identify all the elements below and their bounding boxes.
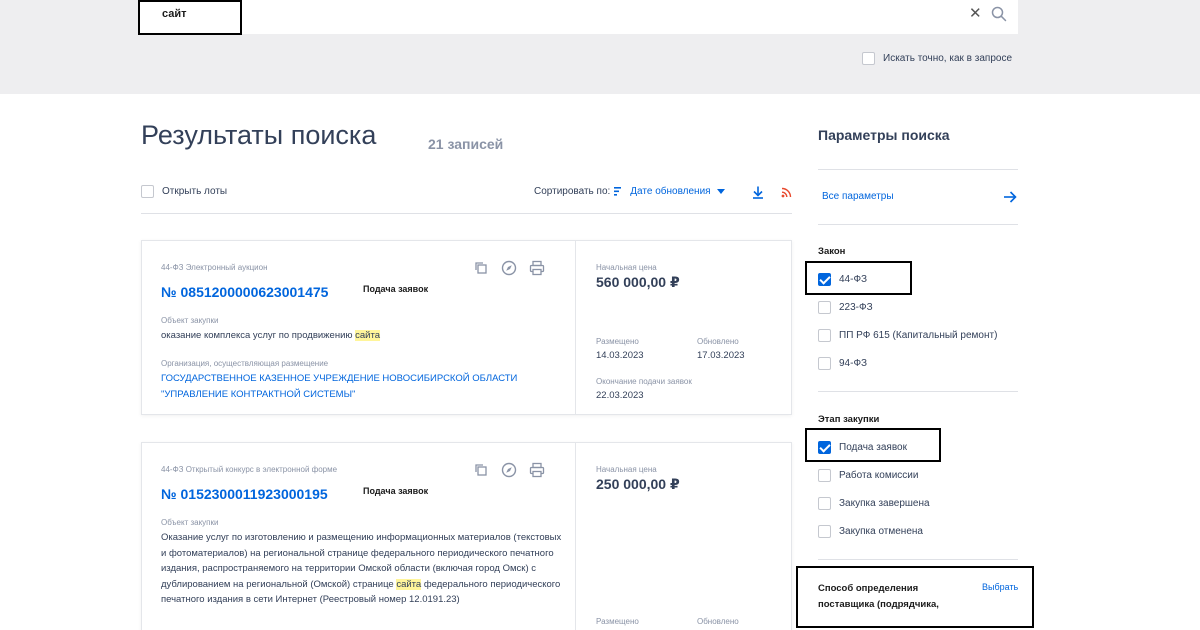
stage-completed-label: Закупка завершена xyxy=(839,498,930,509)
filter-law-615[interactable]: ПП РФ 615 (Капитальный ремонт) xyxy=(818,329,997,342)
law-filter-heading: Закон xyxy=(818,246,846,257)
search-band: сайт ✕ Искать точно, как в запросе xyxy=(0,0,1200,94)
result-card-main: 44-ФЗ Электронный аукцион № 085120000062… xyxy=(142,241,576,414)
sort-order-icon[interactable] xyxy=(614,187,624,196)
search-params-title: Параметры поиска xyxy=(818,127,950,143)
filter-law-44[interactable]: 44-ФЗ xyxy=(818,273,867,286)
filters-divider xyxy=(818,224,1018,225)
arrow-right-icon[interactable] xyxy=(1003,190,1017,204)
result-card: 44-ФЗ Открытый конкурс в электронной фор… xyxy=(141,442,792,630)
print-icon[interactable] xyxy=(529,462,545,478)
placed-label: Размещено xyxy=(596,617,639,626)
search-match-highlight: сайта xyxy=(396,578,422,590)
filters-divider xyxy=(818,559,1018,560)
deadline-date: 22.03.2023 xyxy=(596,390,644,401)
open-lots-option[interactable]: Открыть лоты xyxy=(141,185,227,198)
all-params-link[interactable]: Все параметры xyxy=(822,191,894,202)
stage-completed-checkbox[interactable] xyxy=(818,497,831,510)
registry-number-link[interactable]: № 0851200000623001475 xyxy=(161,284,328,300)
price-label: Начальная цена xyxy=(596,465,657,474)
price-label: Начальная цена xyxy=(596,263,657,272)
placed-date: 14.03.2023 xyxy=(596,350,644,361)
search-query-text[interactable]: сайт xyxy=(162,8,187,20)
deadline-label: Окончание подачи заявок xyxy=(596,377,692,386)
initial-price: 250 000,00 ₽ xyxy=(596,476,680,492)
initial-price: 560 000,00 ₽ xyxy=(596,274,680,290)
search-match-highlight: сайта xyxy=(355,330,381,341)
chevron-down-icon[interactable] xyxy=(716,188,725,195)
stage-cancelled-checkbox[interactable] xyxy=(818,525,831,538)
result-card-main: 44-ФЗ Открытый конкурс в электронной фор… xyxy=(142,443,576,630)
object-text: оказание комплекса услуг по продвижению xyxy=(161,330,356,341)
compass-icon[interactable] xyxy=(501,260,517,276)
stage-filter-heading: Этап закупки xyxy=(818,414,880,425)
stage-label: Подача заявок xyxy=(363,486,429,496)
card-actions xyxy=(473,462,545,478)
object-description: оказание комплекса услуг по продвижению … xyxy=(161,328,565,344)
object-label: Объект закупки xyxy=(161,316,219,325)
filter-stage-cancelled[interactable]: Закупка отменена xyxy=(818,525,923,538)
purchase-type: 44-ФЗ Электронный аукцион xyxy=(161,263,268,272)
open-lots-checkbox[interactable] xyxy=(141,185,154,198)
sort-control: Сортировать по: Дате обновления xyxy=(534,186,725,197)
copy-icon[interactable] xyxy=(473,462,489,478)
law-615-label: ПП РФ 615 (Капитальный ремонт) xyxy=(839,330,998,341)
filters-divider xyxy=(818,169,1018,170)
exact-match-label: Искать точно, как в запросе xyxy=(883,53,1012,64)
sort-dropdown[interactable]: Дате обновления xyxy=(630,186,710,197)
filters-divider xyxy=(818,391,1018,392)
open-lots-label: Открыть лоты xyxy=(162,186,228,197)
result-card: 44-ФЗ Электронный аукцион № 085120000062… xyxy=(141,240,792,415)
filter-stage-commission[interactable]: Работа комиссии xyxy=(818,469,918,482)
law-223-checkbox[interactable] xyxy=(818,301,831,314)
filter-stage-submission[interactable]: Подача заявок xyxy=(818,441,907,454)
stage-commission-checkbox[interactable] xyxy=(818,469,831,482)
updated-label: Обновлено xyxy=(697,337,739,346)
close-icon[interactable]: ✕ xyxy=(969,6,982,21)
compass-icon[interactable] xyxy=(501,462,517,478)
law-44-checkbox[interactable] xyxy=(818,273,831,286)
exact-match-option[interactable]: Искать точно, как в запросе xyxy=(862,52,1012,65)
copy-icon[interactable] xyxy=(473,260,489,276)
law-223-label: 223-ФЗ xyxy=(839,302,873,313)
object-label: Объект закупки xyxy=(161,518,219,527)
law-94-label: 94-ФЗ xyxy=(839,358,868,369)
law-615-checkbox[interactable] xyxy=(818,329,831,342)
object-description: Оказание услуг по изготовлению и размеще… xyxy=(161,530,565,608)
registry-number-link[interactable]: № 0152300011923000195 xyxy=(161,486,328,502)
page-title: Результаты поиска xyxy=(141,120,377,150)
records-count: 21 записей xyxy=(428,136,504,152)
organization-label: Организация, осуществляющая размещение xyxy=(161,359,329,368)
sort-label: Сортировать по: xyxy=(534,186,611,197)
search-input[interactable]: сайт ✕ xyxy=(138,0,1018,35)
result-card-summary: Начальная цена 250 000,00 ₽ Размещено Об… xyxy=(576,443,793,630)
filter-law-94[interactable]: 94-ФЗ xyxy=(818,357,867,370)
stage-label: Подача заявок xyxy=(363,284,429,294)
search-icon[interactable] xyxy=(991,6,1007,22)
placed-label: Размещено xyxy=(596,337,639,346)
choose-method-link[interactable]: Выбрать xyxy=(982,582,1018,592)
updated-date: 17.03.2023 xyxy=(697,350,745,361)
updated-label: Обновлено xyxy=(697,617,739,626)
results-divider xyxy=(141,213,792,214)
download-icon[interactable] xyxy=(752,186,764,199)
filter-stage-completed[interactable]: Закупка завершена xyxy=(818,497,930,510)
result-card-summary: Начальная цена 560 000,00 ₽ Размещено 14… xyxy=(576,241,793,414)
stage-cancelled-label: Закупка отменена xyxy=(839,526,923,537)
annotation-box-search xyxy=(138,0,242,35)
stage-submission-checkbox[interactable] xyxy=(818,441,831,454)
purchase-type: 44-ФЗ Открытый конкурс в электронной фор… xyxy=(161,465,338,474)
supplier-method-heading: Способ определения поставщика (подрядчик… xyxy=(818,583,939,610)
rss-icon[interactable] xyxy=(781,187,792,198)
filter-law-223[interactable]: 223-ФЗ xyxy=(818,301,873,314)
print-icon[interactable] xyxy=(529,260,545,276)
stage-submission-label: Подача заявок xyxy=(839,442,907,453)
stage-commission-label: Работа комиссии xyxy=(839,470,919,481)
organization-link[interactable]: ГОСУДАРСТВЕННОЕ КАЗЕННОЕ УЧРЕЖДЕНИЕ НОВО… xyxy=(161,371,565,402)
law-44-label: 44-ФЗ xyxy=(839,274,868,285)
card-actions xyxy=(473,260,545,276)
law-94-checkbox[interactable] xyxy=(818,357,831,370)
exact-match-checkbox[interactable] xyxy=(862,52,875,65)
